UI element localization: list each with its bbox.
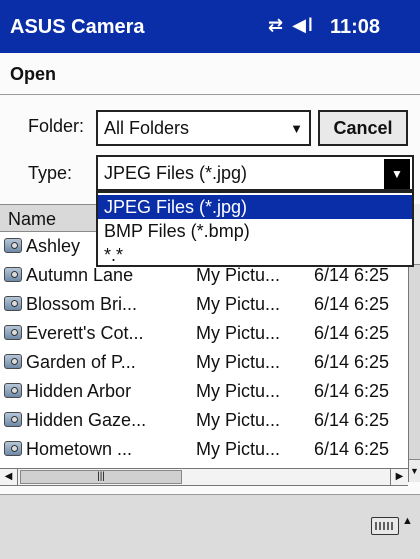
file-name: Blossom Bri... [26,294,138,314]
file-date: 6/14 6:25 [314,439,390,459]
scroll-right-icon[interactable]: ▶ [390,469,408,485]
file-name: Everett's Cot... [26,323,144,343]
folder-select-value: All Folders [104,118,190,138]
network-volume-icon[interactable]: ⇄ ◀ǀ [268,15,315,36]
file-name: Hidden Arbor [26,381,132,401]
file-folder: My Pictu... [196,265,281,285]
file-folder: My Pictu... [196,352,281,372]
type-option-bmp[interactable]: BMP Files (*.bmp) [98,219,412,243]
type-select-value: JPEG Files (*.jpg) [104,163,248,183]
file-date: 6/14 6:25 [314,265,390,285]
file-name: Hometown ... [26,439,133,459]
type-dropdown-list: JPEG Files (*.jpg) BMP Files (*.bmp) *.* [96,191,414,267]
image-file-icon [4,354,22,369]
image-file-icon [4,412,22,427]
folder-select[interactable]: All Folders ▼ [96,110,311,146]
list-item[interactable]: Blossom Bri... My Pictu... 6/14 6:25 [0,290,408,318]
file-folder: My Pictu... [196,323,281,343]
clock[interactable]: 11:08 [330,16,380,39]
list-item[interactable]: Everett's Cot... My Pictu... 6/14 6:25 [0,319,408,347]
image-file-icon [4,441,22,456]
file-date: 6/14 6:25 [314,352,390,372]
chevron-down-icon: ▼ [290,121,303,136]
type-option-jpeg[interactable]: JPEG Files (*.jpg) [98,195,412,219]
file-date: 6/14 6:25 [314,294,390,314]
file-name: Ashley [26,236,81,256]
scroll-down-icon[interactable]: ▼ [409,462,420,480]
image-file-icon [4,238,22,253]
title-bar: ASUS Camera ⇄ ◀ǀ 11:08 [0,0,420,53]
file-list: Ashley Autumn Lane My Pictu... 6/14 6:25… [0,232,408,468]
horizontal-scrollbar[interactable]: ◀ ||| ▶ [0,468,408,486]
file-date: 6/14 6:25 [314,381,390,401]
image-file-icon [4,267,22,282]
file-name: Garden of P... [26,352,136,372]
list-item[interactable]: Garden of P... My Pictu... 6/14 6:25 [0,348,408,376]
type-select[interactable]: JPEG Files (*.jpg) ▼ [96,155,414,191]
file-name: Hidden Gaze... [26,410,147,430]
image-file-icon [4,296,22,311]
file-date: 6/14 6:25 [314,323,390,343]
vertical-scroll-thumb[interactable] [409,264,420,460]
image-file-icon [4,325,22,340]
list-item[interactable]: Hidden Gaze... My Pictu... 6/14 6:25 [0,406,408,434]
file-name: Autumn Lane [26,265,134,285]
app-title: ASUS Camera [10,16,145,38]
type-option-all[interactable]: *.* [98,243,412,267]
file-folder: My Pictu... [196,381,281,401]
chevron-up-icon[interactable]: ▲ [402,515,413,527]
keyboard-icon[interactable] [371,517,399,535]
image-file-icon [4,383,22,398]
cancel-button[interactable]: Cancel [318,110,408,146]
dialog-title: Open [10,64,57,84]
file-folder: My Pictu... [196,294,281,314]
dialog-header: Open [0,53,420,95]
file-folder: My Pictu... [196,410,281,430]
list-item[interactable]: Hidden Arbor My Pictu... 6/14 6:25 [0,377,408,405]
scroll-left-icon[interactable]: ◀ [0,469,18,485]
menu-bar: ▲ [0,494,420,559]
chevron-down-icon[interactable]: ▼ [384,159,410,189]
type-label: Type: [28,163,73,183]
column-header-name[interactable]: Name [8,209,56,230]
file-date: 6/14 6:25 [314,410,390,430]
file-folder: My Pictu... [196,439,281,459]
folder-label: Folder: [28,116,85,136]
list-item[interactable]: Hometown ... My Pictu... 6/14 6:25 [0,435,408,463]
horizontal-scroll-thumb[interactable]: ||| [20,470,182,484]
